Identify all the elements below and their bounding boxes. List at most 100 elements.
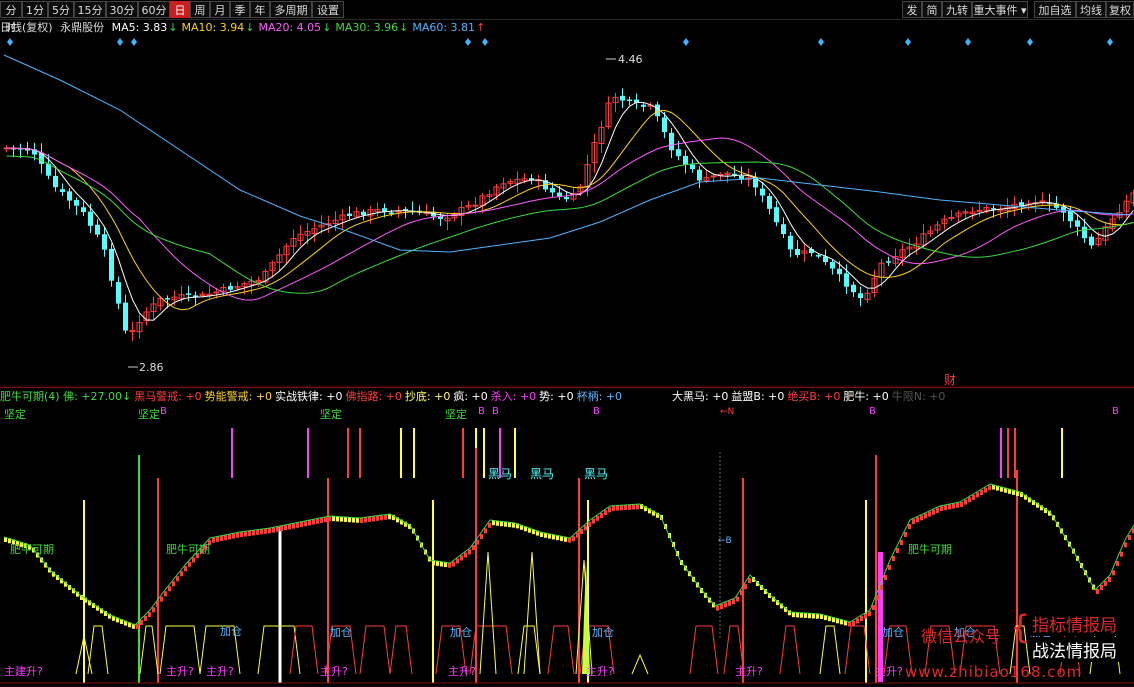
feiniu-segment <box>1120 551 1123 557</box>
candle-body <box>851 284 856 293</box>
indbar2-item-3: 肥牛: +0 <box>843 390 889 403</box>
feiniu-segment <box>888 565 891 570</box>
candle-body <box>564 196 569 200</box>
period-tab-10[interactable]: 年 <box>250 1 270 18</box>
feiniu-segment <box>288 524 291 530</box>
period-tab-3[interactable]: 15分 <box>74 1 106 18</box>
period-tab-0[interactable]: 分时 <box>0 1 22 34</box>
feiniu-segment <box>984 487 987 493</box>
feiniu-segment <box>136 624 139 629</box>
feiniu-segment <box>856 618 859 624</box>
feiniu-segment <box>744 584 747 590</box>
zhusheng-label-3: 主升? <box>448 665 476 678</box>
ma-legend-1: MA10: 3.94 <box>181 21 245 34</box>
toolbar-btn-2[interactable]: 九转 <box>942 1 972 18</box>
period-tab-5[interactable]: 60分 <box>138 1 170 18</box>
candle-body <box>641 104 646 107</box>
feiniu-segment <box>332 516 335 522</box>
feiniu-segment <box>344 516 347 522</box>
indbar-item-6: 疯: +0 <box>453 390 488 403</box>
panel-divider <box>0 387 1134 388</box>
feiniu-segment <box>924 513 927 519</box>
feiniu-segment <box>940 506 943 511</box>
indbar-item-3: 实战铁律: +0 <box>275 390 343 403</box>
period-tab-1[interactable]: 1分 <box>22 1 48 18</box>
toolbar-btn-6[interactable]: 复权 <box>1106 1 1134 18</box>
feiniu-segment <box>168 586 171 592</box>
feiniu-segment <box>972 494 975 500</box>
b-label-4: B <box>869 406 876 417</box>
ma-legend-3: MA30: 3.96 <box>335 21 399 34</box>
candle-body <box>347 213 352 217</box>
candle-body <box>1039 200 1046 203</box>
candle-body <box>1075 220 1080 227</box>
feiniu-segment <box>240 532 243 537</box>
ma-legend: MA5: 3.83↓ MA10: 3.94↓ MA20: 4.05↓ MA30: 3.… <box>112 21 490 34</box>
feiniu-segment <box>796 612 799 618</box>
feiniu-segment <box>720 604 723 609</box>
indbar-item-0: 肥牛可期(4) 佛: +27.00↓ <box>0 390 132 403</box>
feiniu-segment <box>980 490 983 495</box>
candle-body <box>550 188 555 193</box>
signal-diamond-7 <box>905 38 911 46</box>
feiniu-segment <box>932 509 935 515</box>
candle-body <box>669 132 674 151</box>
feiniu-segment <box>464 552 467 558</box>
feiniu-segment <box>1124 542 1127 548</box>
feiniu-segment <box>236 532 239 538</box>
period-tab-12[interactable]: 设置 <box>312 1 344 18</box>
feiniu-segment <box>596 515 599 521</box>
feiniu-segment <box>872 605 875 610</box>
feiniu-segment <box>224 535 227 541</box>
high-price-label: 4.46 <box>618 53 643 66</box>
feiniu-segment <box>220 536 223 541</box>
feiniu-segment <box>860 616 863 621</box>
toolbar-btn-3[interactable]: 重大事件 ▾ <box>972 1 1028 18</box>
period-tab-6[interactable]: 日 <box>170 1 190 18</box>
feiniu-segment <box>736 596 739 602</box>
toolbar-btn-1[interactable]: 简 <box>922 1 942 18</box>
feiniu-segment <box>148 612 151 617</box>
feiniu-segment <box>724 602 727 608</box>
period-tab-9[interactable]: 季 <box>230 1 250 18</box>
zhusheng-label-0: 主升? <box>166 665 194 678</box>
feiniu-segment <box>620 505 623 511</box>
feiniu-segment <box>460 555 463 561</box>
period-tab-7[interactable]: 周 <box>190 1 210 18</box>
period-tab-11[interactable]: 多周期 <box>270 1 312 18</box>
feiniu-segment <box>256 529 259 535</box>
feiniu-segment <box>268 528 271 534</box>
indbar-item-5: 抄底: +0 <box>404 390 451 403</box>
feiniu-segment <box>956 502 959 508</box>
toolbar-btn-0[interactable]: 发 <box>902 1 922 18</box>
candle-body <box>557 192 562 197</box>
feiniu-segment <box>852 620 855 626</box>
feiniu-segment <box>812 613 815 619</box>
feiniu-segment <box>1104 581 1107 586</box>
feiniu-segment <box>188 561 191 567</box>
feiniu-segment <box>960 502 963 507</box>
feiniu-segment <box>388 514 391 520</box>
candle-body <box>60 189 65 193</box>
period-label: 日线(复权) <box>0 21 53 34</box>
candle-body <box>816 255 821 257</box>
feiniu-segment <box>964 499 967 505</box>
heima-label-0: 黑马 <box>488 467 512 481</box>
period-tab-2[interactable]: 5分 <box>48 1 74 18</box>
jianding-label-1: 坚定 <box>138 407 160 421</box>
feiniu-segment <box>1096 589 1099 594</box>
b-label-0: B <box>160 406 167 417</box>
indicator-header-right: 大黑马: +0 益盟B: +0 绝买B: +0 肥牛: +0 牛限N: +0 <box>672 389 948 404</box>
feiniu-segment <box>328 516 331 522</box>
candle-body <box>976 209 983 212</box>
toolbar-btn-4[interactable]: 加自选 <box>1034 1 1076 18</box>
feiniu-segment <box>368 516 371 522</box>
feiniu-segment <box>572 536 575 542</box>
toolbar-btn-5[interactable]: 均线 <box>1076 1 1106 18</box>
period-tab-4[interactable]: 30分 <box>106 1 138 18</box>
ma5-line <box>6 101 1134 321</box>
feiniu-segment <box>628 504 631 510</box>
feiniu-label-2: 肥牛可期 <box>908 542 952 556</box>
feiniu-segment <box>792 612 795 618</box>
period-tab-8[interactable]: 月 <box>210 1 230 18</box>
